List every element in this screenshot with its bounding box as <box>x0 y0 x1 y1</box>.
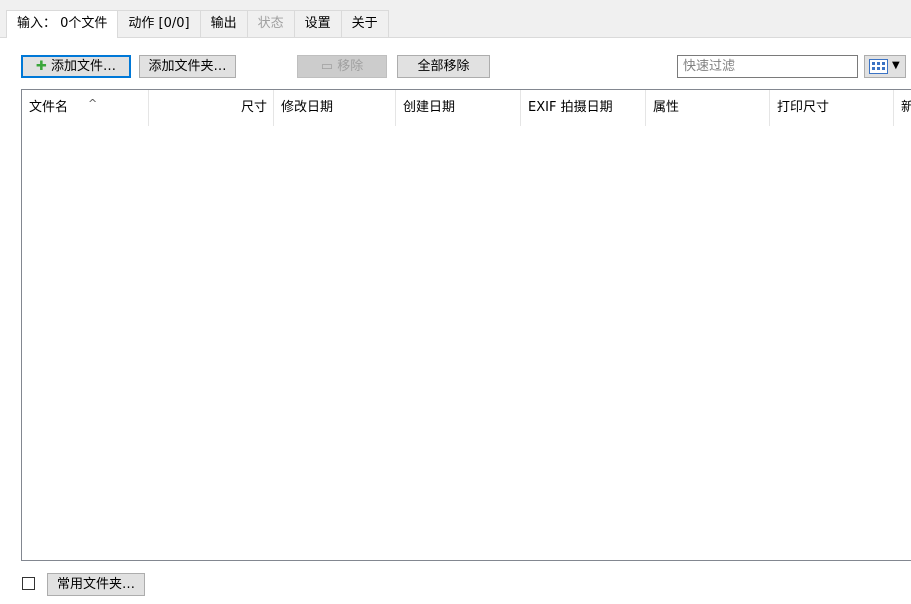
quick-filter-input[interactable] <box>677 55 858 78</box>
tab-bar: 输入： 0个文件 动作 [0/0] 输出 状态 设置 关于 <box>0 0 911 38</box>
column-print-size[interactable]: 打印尺寸 <box>770 90 894 126</box>
plus-icon: ✚ <box>35 59 47 74</box>
column-size-label: 尺寸 <box>240 100 267 115</box>
tab-input[interactable]: 输入： 0个文件 <box>6 10 119 38</box>
column-attributes[interactable]: 属性 <box>646 90 770 126</box>
column-size[interactable]: 尺寸 <box>149 90 274 126</box>
column-next[interactable]: 新 <box>894 90 911 126</box>
tab-settings[interactable]: 设置 <box>294 10 342 37</box>
remove-button[interactable]: ▭ 移除 <box>297 55 387 78</box>
column-filename[interactable]: 文件名 ^ <box>22 90 149 126</box>
column-created-date-label: 创建日期 <box>403 100 456 115</box>
column-modified-date[interactable]: 修改日期 <box>274 90 396 126</box>
column-filename-label: 文件名 <box>29 100 69 115</box>
column-exif-date-label: EXIF 拍摄日期 <box>528 100 613 115</box>
file-list[interactable]: 文件名 ^ 尺寸 修改日期 创建日期 EXIF 拍摄日期 属性 打印尺寸 <box>21 89 911 561</box>
grid-view-icon <box>869 59 888 74</box>
column-attributes-label: 属性 <box>653 100 680 115</box>
tab-status[interactable]: 状态 <box>247 10 295 37</box>
column-created-date[interactable]: 创建日期 <box>396 90 521 126</box>
view-mode-button[interactable]: ▼ <box>864 55 906 78</box>
add-folder-button[interactable]: 添加文件夹… <box>139 55 236 78</box>
column-print-size-label: 打印尺寸 <box>777 100 830 115</box>
tab-about[interactable]: 关于 <box>341 10 389 37</box>
column-exif-date[interactable]: EXIF 拍摄日期 <box>521 90 646 126</box>
add-files-label: 添加文件… <box>51 59 117 74</box>
add-files-button[interactable]: ✚ 添加文件… <box>21 55 131 78</box>
remove-all-button[interactable]: 全部移除 <box>397 55 490 78</box>
column-next-label: 新 <box>901 100 911 115</box>
sort-ascending-icon: ^ <box>88 97 98 110</box>
column-modified-date-label: 修改日期 <box>281 100 334 115</box>
minus-icon: ▭ <box>320 59 334 74</box>
tab-actions[interactable]: 动作 [0/0] <box>118 10 201 37</box>
favorites-checkbox[interactable] <box>22 577 35 590</box>
tab-output[interactable]: 输出 <box>200 10 248 37</box>
tab-row: 输入： 0个文件 动作 [0/0] 输出 状态 设置 关于 <box>6 10 389 38</box>
favorites-button[interactable]: 常用文件夹… <box>47 573 145 596</box>
file-list-header: 文件名 ^ 尺寸 修改日期 创建日期 EXIF 拍摄日期 属性 打印尺寸 <box>22 90 911 126</box>
dropdown-arrow-icon: ▼ <box>892 60 900 71</box>
remove-label: 移除 <box>337 59 364 74</box>
